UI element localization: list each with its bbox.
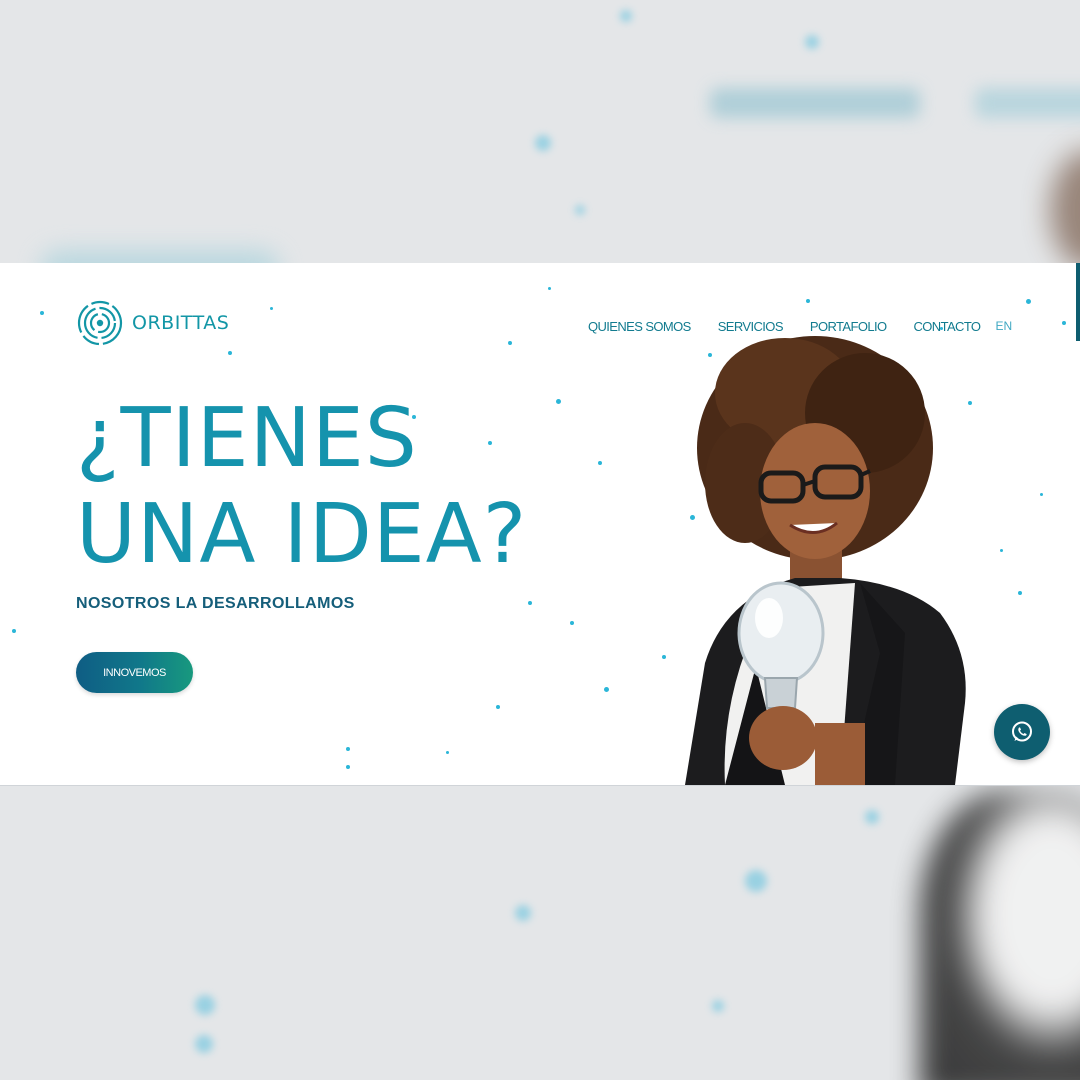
nav-item-servicios[interactable]: SERVICIOS xyxy=(718,319,784,334)
particle-dot xyxy=(570,621,574,625)
hero-title-line-2: UNA IDEA? xyxy=(76,487,528,582)
particle-dot xyxy=(604,687,609,692)
particle-dot xyxy=(12,629,16,633)
blurred-nav-shape xyxy=(710,88,920,118)
hero-title-line-1: ¿TIENES xyxy=(76,391,418,486)
blurred-dot xyxy=(195,1035,213,1053)
particle-dot xyxy=(446,751,449,754)
particle-dot xyxy=(1040,493,1043,496)
nav-item-contacto[interactable]: CONTACTO xyxy=(914,319,982,334)
particle-dot xyxy=(598,461,602,465)
particle-dot xyxy=(1018,591,1022,595)
particle-dot xyxy=(346,747,350,751)
blurred-dot xyxy=(575,205,585,215)
particle-dot xyxy=(496,705,500,709)
blurred-nav-shape xyxy=(975,88,1080,118)
blurred-person-shape xyxy=(1050,150,1080,270)
blurred-dot xyxy=(865,810,879,824)
particle-dot xyxy=(1000,549,1003,552)
blurred-dot xyxy=(805,35,819,49)
particle-dot xyxy=(346,765,350,769)
hero-person-image xyxy=(685,336,966,785)
hero-subtitle: NOSOTROS LA DESARROLLAMOS xyxy=(76,595,355,612)
hero-title: ¿TIENES UNA IDEA? xyxy=(76,391,527,583)
main-nav: QUIENES SOMOS SERVICIOS PORTAFOLIO CONTA… xyxy=(588,319,1012,334)
particle-dot xyxy=(528,601,532,605)
whatsapp-chat-button[interactable] xyxy=(994,704,1050,760)
blurred-dot xyxy=(745,870,767,892)
nav-item-quienes-somos[interactable]: QUIENES SOMOS xyxy=(588,319,691,334)
brand-name: ORBITTAS xyxy=(132,312,230,334)
blurred-dot xyxy=(515,905,531,921)
blurred-dot xyxy=(535,135,551,151)
language-switch[interactable]: EN xyxy=(995,319,1012,334)
orbit-logo-icon xyxy=(77,300,123,346)
nav-item-portafolio[interactable]: PORTAFOLIO xyxy=(810,319,887,334)
whatsapp-icon xyxy=(1012,721,1032,742)
brand-logo[interactable]: ORBITTAS xyxy=(76,299,229,347)
website-hero-section: ORBITTAS QUIENES SOMOS SERVICIOS PORTAFO… xyxy=(0,263,1080,786)
blurred-person-shape xyxy=(920,790,1080,1080)
blurred-dot xyxy=(195,995,215,1015)
particle-dot xyxy=(556,399,561,404)
blurred-dot xyxy=(712,1000,724,1012)
blurred-dot xyxy=(620,10,632,22)
innovemos-button[interactable]: INNOVEMOS xyxy=(76,652,193,693)
